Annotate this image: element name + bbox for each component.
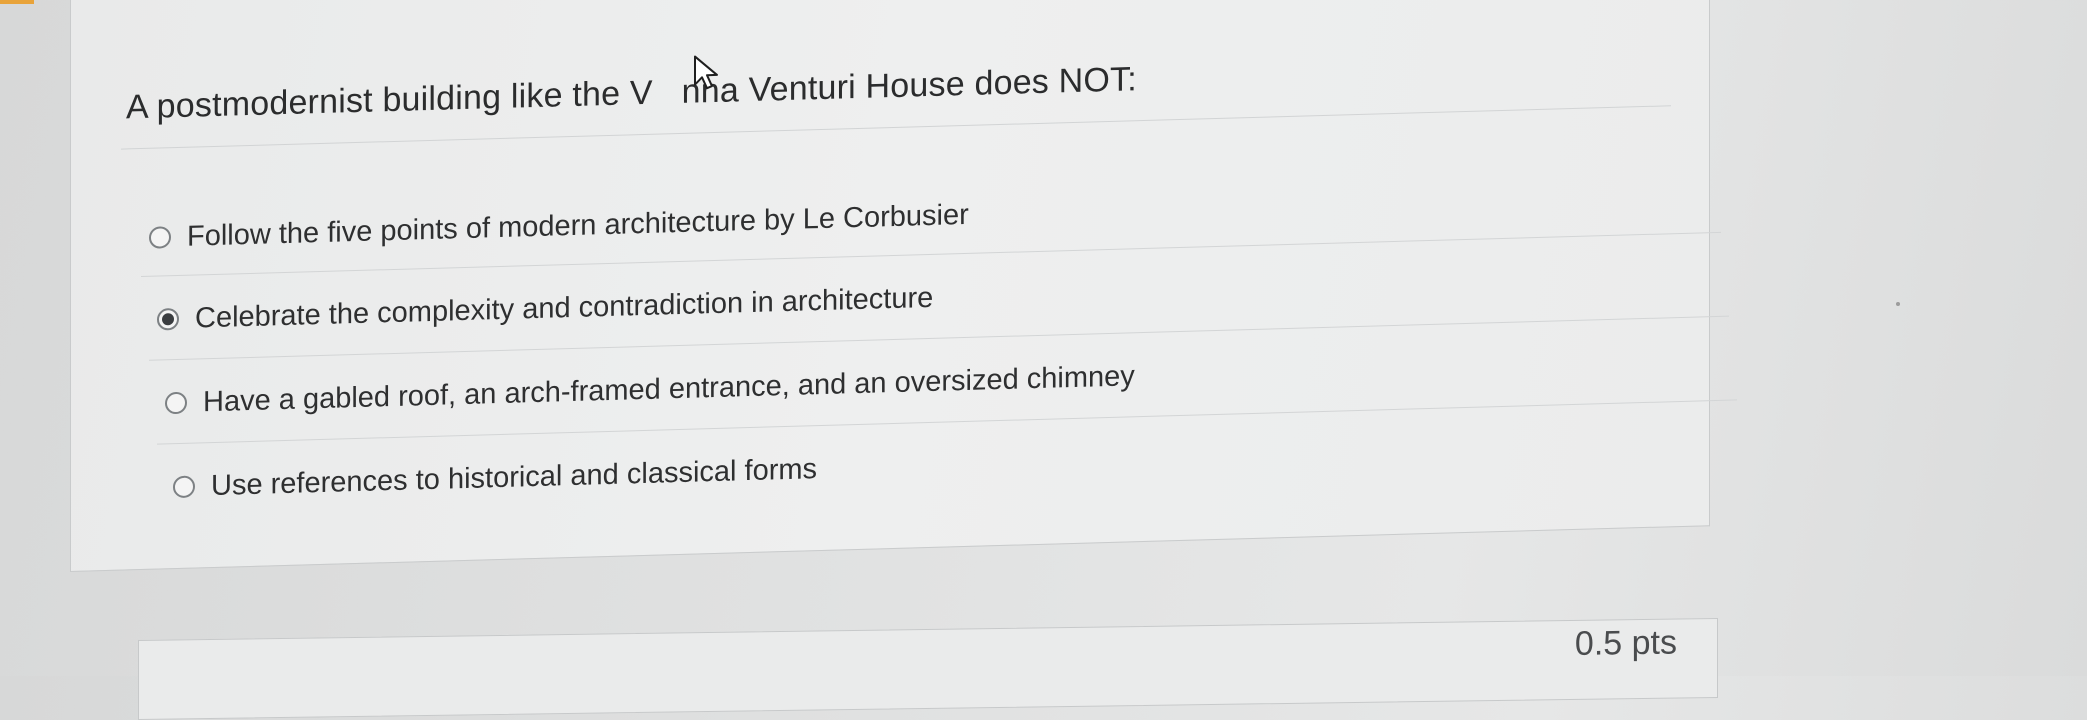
question-card: A postmodernist building like the V nna … <box>70 0 1737 572</box>
radio-button-selected-icon[interactable] <box>157 307 179 331</box>
answer-option-label: Celebrate the complexity and contradicti… <box>195 281 934 335</box>
answer-option-label: Follow the five points of modern archite… <box>187 198 969 253</box>
next-question-card: 0.5 pts <box>138 617 1718 720</box>
screen-smudge <box>1896 302 1900 306</box>
points-label: 0.5 pts <box>1574 623 1677 663</box>
answer-list: Follow the five points of modern archite… <box>71 0 1737 571</box>
answer-option-label: Use references to historical and classic… <box>211 452 818 502</box>
answer-option-label: Have a gabled roof, an arch-framed entra… <box>203 359 1135 418</box>
answer-option-2[interactable]: Celebrate the complexity and contradicti… <box>157 268 933 350</box>
top-accent-tab <box>0 0 34 4</box>
radio-button-icon[interactable] <box>149 226 171 249</box>
radio-button-icon[interactable] <box>173 475 195 499</box>
radio-button-icon[interactable] <box>165 391 187 415</box>
answer-option-4[interactable]: Use references to historical and classic… <box>173 439 817 517</box>
